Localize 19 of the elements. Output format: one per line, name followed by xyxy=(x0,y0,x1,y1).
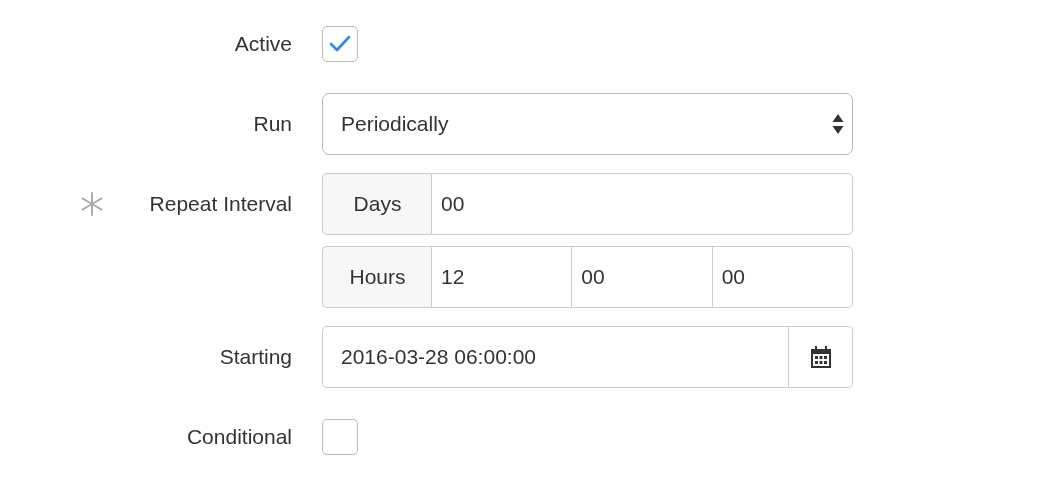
calendar-icon xyxy=(808,345,833,369)
date-time-field[interactable]: 2016-03-28 06:00:00 xyxy=(322,326,789,388)
calendar-button[interactable] xyxy=(789,326,853,388)
unit-label: Hours xyxy=(322,246,432,308)
input-field[interactable]: 12 xyxy=(431,246,573,308)
input-field[interactable]: 00 xyxy=(431,173,853,235)
input-field[interactable]: 00 xyxy=(711,246,853,308)
field-label: Conditional xyxy=(186,425,292,449)
checkmark-icon xyxy=(329,35,351,53)
field-label: Starting xyxy=(219,345,292,369)
checkbox[interactable] xyxy=(322,26,358,62)
checkbox[interactable] xyxy=(322,419,358,455)
dropdown[interactable]: Periodically xyxy=(322,93,853,155)
field-label: Repeat Interval xyxy=(149,192,292,216)
field-label: Active xyxy=(234,32,292,56)
field-label: Run xyxy=(253,112,292,136)
input-field[interactable]: 00 xyxy=(571,246,713,308)
unit-label: Days xyxy=(322,173,432,235)
sort-arrows-icon xyxy=(832,113,844,135)
